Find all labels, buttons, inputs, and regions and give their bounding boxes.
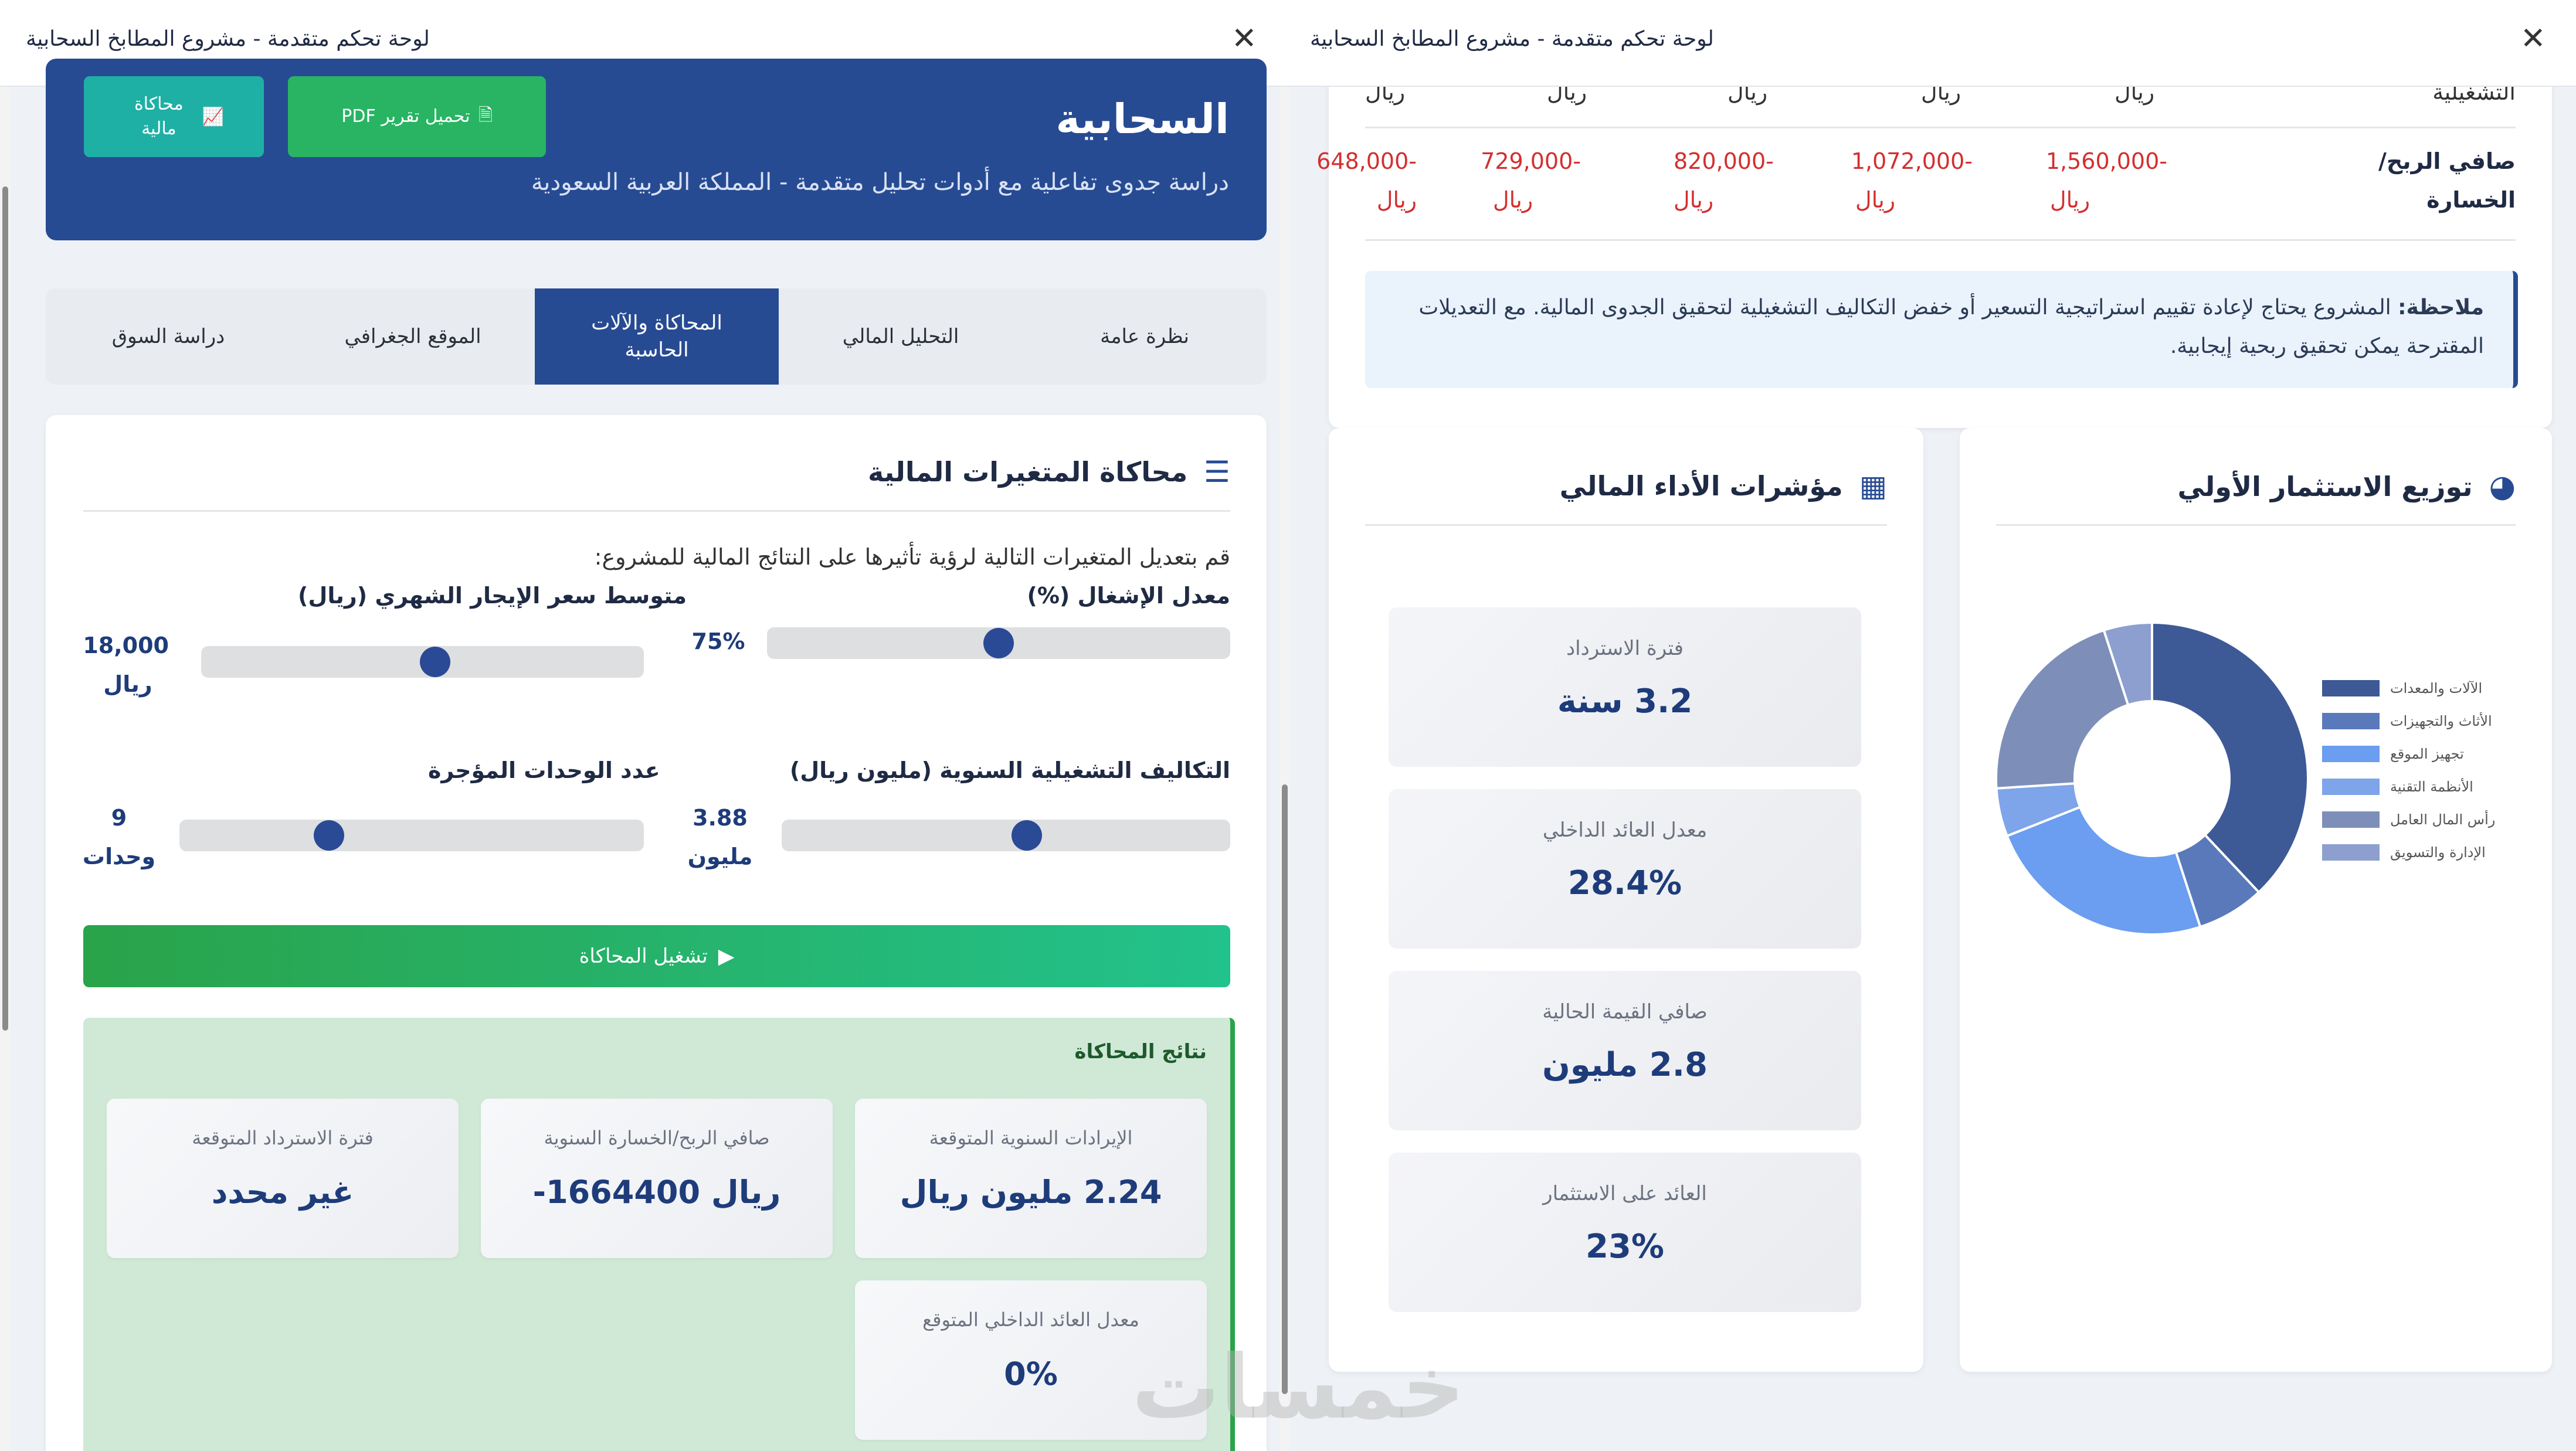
tab-financial-analysis[interactable]: التحليل المالي (779, 288, 1023, 385)
close-icon[interactable]: ✕ (2520, 23, 2546, 54)
metric-npv: صافي القيمة الحالية 2.8 مليون (1389, 971, 1861, 1130)
table-cell: -820,000 ريال (1674, 148, 1774, 213)
operating-costs-label: التكاليف التشغيلية السنوية (مليون ريال) (789, 757, 1230, 783)
hero-banner: السحابية دراسة جدوى تفاعلية مع أدوات تحل… (46, 59, 1267, 240)
calculator-icon: ▦ (1859, 469, 1887, 503)
legend-swatch (2322, 844, 2380, 861)
tab-bar: نظرة عامة التحليل المالي المحاكاة والآلا… (46, 288, 1267, 385)
occupancy-label: معدل الإشغال (%) (1027, 583, 1230, 609)
section-heading: ☰ محاكاة المتغيرات المالية (867, 455, 1230, 489)
financial-simulation-button[interactable]: 📈 محاكاة مالية (84, 76, 264, 157)
note-box: ملاحظة: المشروع يحتاج لإعادة تقييم استرا… (1365, 271, 2518, 388)
occupancy-value: 75% (691, 628, 745, 654)
performance-heading: ▦ مؤشرات الأداء المالي (1559, 469, 1887, 503)
divider (1996, 524, 2516, 526)
hero-subtitle: دراسة جدوى تفاعلية مع أدوات تحليل متقدمة… (531, 169, 1229, 196)
slider-handle[interactable] (419, 647, 450, 677)
legend-swatch (2322, 713, 2380, 729)
table-cell: -648,000 ريال (1316, 148, 1417, 213)
donut-slice[interactable] (1995, 628, 2130, 790)
tab-overview[interactable]: نظرة عامة (1023, 288, 1267, 385)
run-simulation-button[interactable]: ▶ تشغيل المحاكاة (83, 925, 1230, 987)
legend-item[interactable]: الأثاث والتجهيزات (2322, 713, 2492, 729)
performance-card: ▦ مؤشرات الأداء المالي فترة الاسترداد 3.… (1329, 428, 1923, 1372)
table-row-divider (1365, 127, 2516, 128)
metric-irr: معدل العائد الداخلي 28.4% (1389, 789, 1861, 949)
donut-slice[interactable] (2005, 805, 2202, 936)
legend-label: الآلات والمعدات (2390, 680, 2483, 696)
table-cell: -1,072,000 ريال (1851, 148, 1973, 213)
pdf-icon: 🗎 (478, 104, 493, 125)
tab-simulation[interactable]: المحاكاة والآلات الحاسبة (535, 288, 779, 385)
result-revenue: الإيرادات السنوية المتوقعة 2.24 مليون ري… (855, 1099, 1207, 1258)
legend-item[interactable]: رأس المال العامل (2322, 811, 2495, 828)
right-pane: التشغيلية صافي الربح/ الخسارة ريال ريال … (1290, 0, 2576, 1451)
scrollbar-thumb[interactable] (1282, 784, 1288, 1394)
legend-swatch (2322, 811, 2380, 828)
tab-location[interactable]: الموقع الجغرافي (291, 288, 535, 385)
divider (1365, 524, 1887, 526)
close-icon[interactable]: ✕ (1231, 23, 1257, 54)
investment-card: ◕ توزيع الاستثمار الأولي الآلات والمعدات… (1960, 428, 2552, 1372)
rent-slider[interactable] (201, 646, 644, 678)
hero-title: السحابية (1055, 95, 1229, 143)
intro-text: قم بتعديل المتغيرات التالية لرؤية تأثيره… (594, 544, 1230, 570)
left-pane: لوحة تحكم متقدمة - مشروع المطابخ السحابي… (0, 0, 1290, 1451)
slider-handle[interactable] (983, 628, 1014, 658)
units-value: 9 وحدات (82, 805, 156, 869)
result-payback: فترة الاسترداد المتوقعة غير محدد (107, 1099, 459, 1258)
legend-swatch (2322, 746, 2380, 762)
note-label: ملاحظة: (2398, 295, 2484, 320)
right-titlebar: لوحة تحكم متقدمة - مشروع المطابخ السحابي… (1290, 0, 2576, 87)
rent-value: 18,000 ريال (83, 633, 169, 697)
metric-payback: فترة الاسترداد 3.2 سنة (1389, 607, 1861, 767)
occupancy-slider[interactable] (767, 627, 1230, 659)
scrollbar-thumb[interactable] (2, 186, 8, 1031)
play-icon: ▶ (718, 944, 735, 969)
tab-market-study[interactable]: دراسة السوق (46, 288, 291, 385)
simulation-results: نتائج المحاكاة الإيرادات السنوية المتوقع… (83, 1018, 1235, 1451)
simulation-card: ☰ محاكاة المتغيرات المالية قم بتعديل الم… (46, 415, 1267, 1451)
download-pdf-button[interactable]: 🗎 تحميل تقرير PDF (288, 76, 546, 157)
rent-label: متوسط سعر الإيجار الشهري (ريال) (298, 583, 687, 609)
table-row-divider (1365, 239, 2516, 241)
legend-swatch (2322, 779, 2380, 795)
watermark: خمسات (1132, 1337, 1465, 1439)
slider-handle[interactable] (1012, 820, 1043, 851)
legend-label: تجهيز الموقع (2390, 746, 2464, 762)
pie-chart-icon: ◕ (2489, 469, 2516, 504)
table-cell: -1,560,000 ريال (2045, 148, 2167, 213)
chart-line-icon: 📈 (202, 106, 225, 127)
table-row-label: صافي الربح/ الخسارة (2378, 148, 2516, 213)
legend-label: رأس المال العامل (2390, 811, 2496, 828)
financial-table-card: التشغيلية صافي الربح/ الخسارة ريال ريال … (1316, 53, 2552, 428)
units-label: عدد الوحدات المؤجرة (428, 757, 660, 783)
sliders-icon: ☰ (1204, 455, 1230, 489)
table-cell: -729,000 ريال (1481, 148, 1581, 213)
results-title: نتائج المحاكاة (1074, 1040, 1207, 1063)
operating-costs-slider[interactable] (782, 820, 1230, 851)
window-title: لوحة تحكم متقدمة - مشروع المطابخ السحابي… (1310, 27, 1714, 51)
operating-costs-value: 3.88 مليون (687, 805, 753, 869)
divider-scrollbar[interactable] (1279, 87, 1290, 1451)
legend-item[interactable]: تجهيز الموقع (2322, 746, 2464, 762)
window-title: لوحة تحكم متقدمة - مشروع المطابخ السحابي… (26, 27, 430, 51)
slider-handle[interactable] (314, 820, 345, 851)
divider (83, 510, 1230, 512)
legend-item[interactable]: الآلات والمعدات (2322, 680, 2482, 696)
chart-legend: الآلات والمعدات الأثاث والتجهيزات تجهيز ال… (2322, 680, 2545, 885)
legend-label: الأثاث والتجهيزات (2390, 713, 2492, 729)
units-slider[interactable] (179, 820, 644, 851)
legend-item[interactable]: الإدارة والتسويق (2322, 844, 2486, 861)
left-scrollbar[interactable] (0, 87, 11, 1451)
investment-donut-chart (1995, 621, 2309, 936)
legend-item[interactable]: الأنظمة التقنية (2322, 779, 2473, 795)
legend-label: الإدارة والتسويق (2390, 844, 2486, 861)
legend-swatch (2322, 680, 2380, 696)
legend-label: الأنظمة التقنية (2390, 779, 2473, 795)
result-net-profit: صافي الربح/الخسارة السنوية -1664400 ريال (481, 1099, 833, 1258)
investment-heading: ◕ توزيع الاستثمار الأولي (2177, 469, 2516, 504)
metric-roi: العائد على الاستثمار 23% (1389, 1153, 1861, 1312)
note-text: المشروع يحتاج لإعادة تقييم استراتيجية ال… (1418, 295, 2484, 358)
